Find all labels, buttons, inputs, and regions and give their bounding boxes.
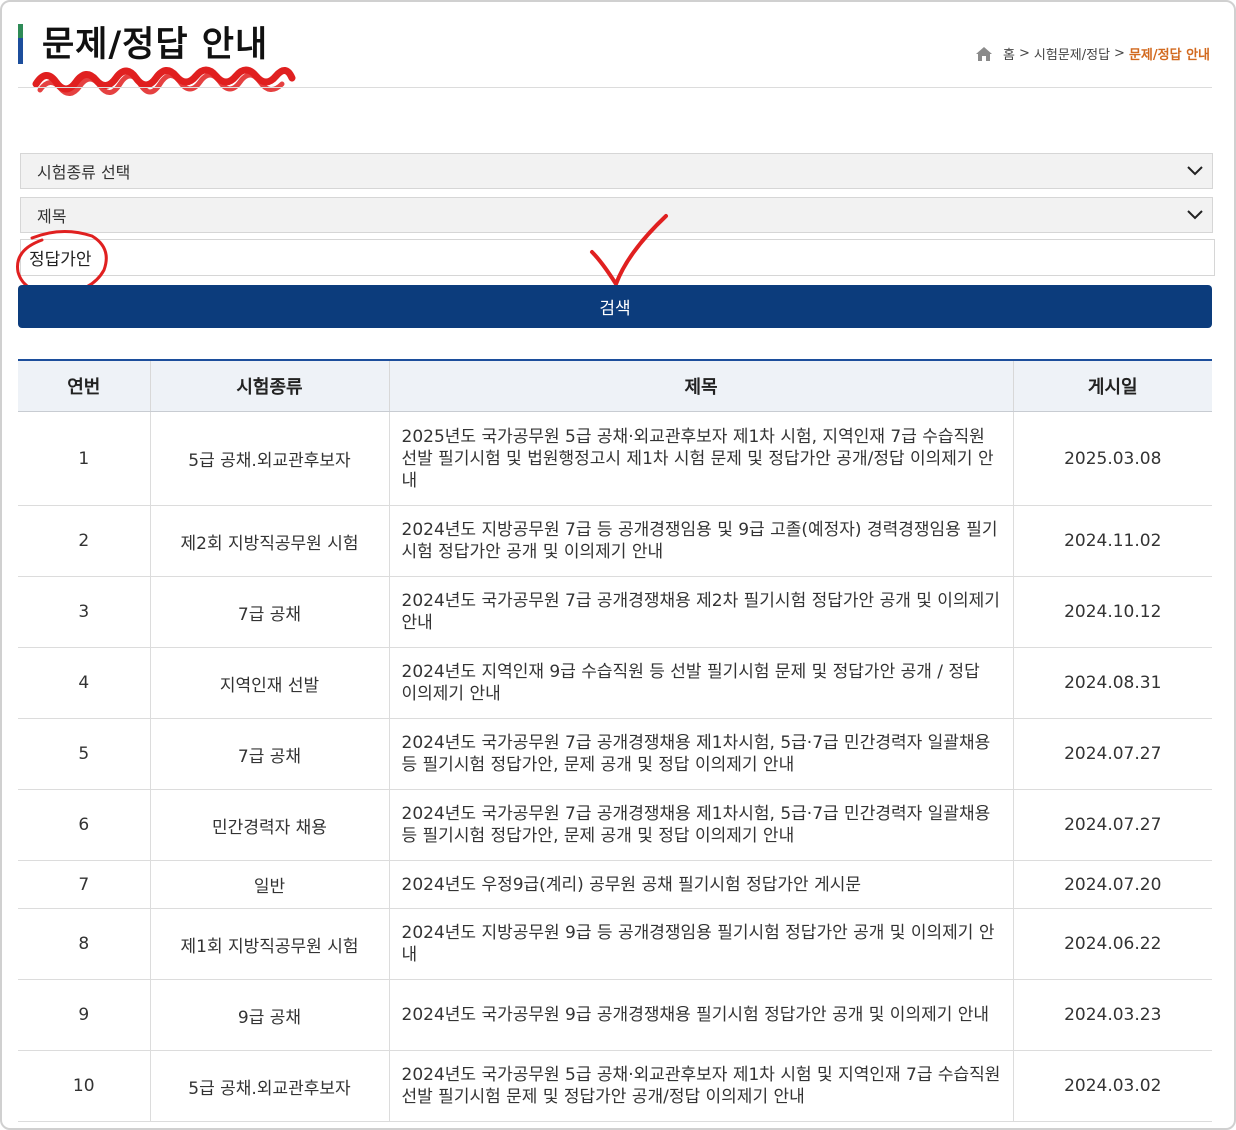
- table-row[interactable]: 4 지역인재 선발 2024년도 지역인재 9급 수습직원 등 선발 필기시험 …: [18, 647, 1212, 719]
- row-date: 2024.07.27: [1013, 718, 1212, 790]
- row-date: 2024.11.02: [1013, 505, 1212, 577]
- chevron-down-icon: [1187, 166, 1203, 176]
- table-row[interactable]: 5 7급 공채 2024년도 국가공무원 7급 공개경쟁채용 제1차시험, 5급…: [18, 718, 1212, 790]
- search-button[interactable]: 검색: [18, 285, 1212, 328]
- row-exam-type: 7급 공채: [150, 718, 390, 790]
- row-date: 2024.03.02: [1013, 1050, 1212, 1122]
- row-title-link[interactable]: 2024년도 국가공무원 9급 공개경쟁채용 필기시험 정답가안 공개 및 이의…: [389, 979, 1014, 1051]
- row-date: 2024.08.31: [1013, 647, 1212, 719]
- table-row[interactable]: 6 민간경력자 채용 2024년도 국가공무원 7급 공개경쟁채용 제1차시험,…: [18, 789, 1212, 861]
- exam-type-select-value: 시험종류 선택: [37, 163, 131, 182]
- row-number: 1: [18, 411, 151, 506]
- row-number: 6: [18, 789, 151, 861]
- table-header-row: 연번 시험종류 제목 게시일: [18, 359, 1212, 412]
- breadcrumb-home[interactable]: 홈: [1003, 44, 1015, 63]
- row-title-link[interactable]: 2024년도 우정9급(계리) 공무원 공채 필기시험 정답가안 게시문: [389, 860, 1014, 909]
- column-header-title: 제목: [389, 359, 1014, 412]
- row-number: 8: [18, 908, 151, 980]
- exam-type-select[interactable]: 시험종류 선택: [20, 153, 1213, 189]
- red-checkmark-annotation: [590, 214, 668, 286]
- table-row[interactable]: 7 일반 2024년도 우정9급(계리) 공무원 공채 필기시험 정답가안 게시…: [18, 860, 1212, 909]
- page-frame: 문제/정답 안내 홈 > 시험문제/정답 > 문제/정답 안내 시험종류 선택 …: [0, 0, 1236, 1130]
- column-header-date: 게시일: [1013, 359, 1212, 412]
- row-date: 2024.10.12: [1013, 576, 1212, 648]
- column-header-exam-type: 시험종류: [150, 359, 390, 412]
- search-field-select-value: 제목: [37, 207, 67, 226]
- table-row[interactable]: 8 제1회 지방직공무원 시험 2024년도 지방공무원 9급 등 공개경쟁임용…: [18, 908, 1212, 980]
- row-number: 10: [18, 1050, 151, 1122]
- row-title-link[interactable]: 2024년도 국가공무원 5급 공채·외교관후보자 제1차 시험 및 지역인재 …: [389, 1050, 1014, 1122]
- row-number: 5: [18, 718, 151, 790]
- row-date: 2025.03.08: [1013, 411, 1212, 506]
- row-exam-type: 지역인재 선발: [150, 647, 390, 719]
- home-icon[interactable]: [975, 46, 993, 62]
- row-title-link[interactable]: 2025년도 국가공무원 5급 공채·외교관후보자 제1차 시험, 지역인재 7…: [389, 411, 1014, 506]
- breadcrumb-level1[interactable]: 시험문제/정답: [1034, 44, 1110, 63]
- row-exam-type: 9급 공채: [150, 979, 390, 1051]
- table-row[interactable]: 3 7급 공채 2024년도 국가공무원 7급 공개경쟁채용 제2차 필기시험 …: [18, 576, 1212, 648]
- table-row[interactable]: 1 5급 공채.외교관후보자 2025년도 국가공무원 5급 공채·외교관후보자…: [18, 411, 1212, 506]
- row-title-link[interactable]: 2024년도 국가공무원 7급 공개경쟁채용 제1차시험, 5급·7급 민간경력…: [389, 718, 1014, 790]
- column-header-no: 연번: [18, 359, 151, 412]
- results-table: 연번 시험종류 제목 게시일 1 5급 공채.외교관후보자 2025년도 국가공…: [18, 359, 1212, 1122]
- row-exam-type: 5급 공채.외교관후보자: [150, 411, 390, 506]
- row-number: 7: [18, 860, 151, 909]
- breadcrumb-separator: >: [1114, 46, 1125, 61]
- title-divider: [18, 87, 1212, 88]
- row-exam-type: 제2회 지방직공무원 시험: [150, 505, 390, 577]
- row-number: 4: [18, 647, 151, 719]
- row-exam-type: 일반: [150, 860, 390, 909]
- row-title-link[interactable]: 2024년도 국가공무원 7급 공개경쟁채용 제2차 필기시험 정답가안 공개 …: [389, 576, 1014, 648]
- row-title-link[interactable]: 2024년도 지역인재 9급 수습직원 등 선발 필기시험 문제 및 정답가안 …: [389, 647, 1014, 719]
- row-title-link[interactable]: 2024년도 지방공무원 9급 등 공개경쟁임용 필기시험 정답가안 공개 및 …: [389, 908, 1014, 980]
- row-number: 9: [18, 979, 151, 1051]
- row-exam-type: 7급 공채: [150, 576, 390, 648]
- row-date: 2024.07.20: [1013, 860, 1212, 909]
- row-exam-type: 민간경력자 채용: [150, 789, 390, 861]
- row-number: 2: [18, 505, 151, 577]
- title-accent-bar: [18, 24, 23, 64]
- row-date: 2024.07.27: [1013, 789, 1212, 861]
- red-squiggle-annotation: [32, 66, 296, 96]
- row-title-link[interactable]: 2024년도 지방공무원 7급 등 공개경쟁임용 및 9급 고졸(예정자) 경력…: [389, 505, 1014, 577]
- table-row[interactable]: 2 제2회 지방직공무원 시험 2024년도 지방공무원 7급 등 공개경쟁임용…: [18, 505, 1212, 577]
- row-number: 3: [18, 576, 151, 648]
- table-row[interactable]: 10 5급 공채.외교관후보자 2024년도 국가공무원 5급 공채·외교관후보…: [18, 1050, 1212, 1122]
- breadcrumb-current: 문제/정답 안내: [1128, 48, 1210, 63]
- table-row[interactable]: 9 9급 공채 2024년도 국가공무원 9급 공개경쟁채용 필기시험 정답가안…: [18, 979, 1212, 1051]
- page-title: 문제/정답 안내: [42, 25, 269, 65]
- row-exam-type: 5급 공채.외교관후보자: [150, 1050, 390, 1122]
- row-title-link[interactable]: 2024년도 국가공무원 7급 공개경쟁채용 제1차시험, 5급·7급 민간경력…: [389, 789, 1014, 861]
- breadcrumb: 홈 > 시험문제/정답 > 문제/정답 안내: [975, 44, 1210, 63]
- row-date: 2024.03.23: [1013, 979, 1212, 1051]
- breadcrumb-separator: >: [1019, 46, 1030, 61]
- row-date: 2024.06.22: [1013, 908, 1212, 980]
- row-exam-type: 제1회 지방직공무원 시험: [150, 908, 390, 980]
- chevron-down-icon: [1187, 210, 1203, 220]
